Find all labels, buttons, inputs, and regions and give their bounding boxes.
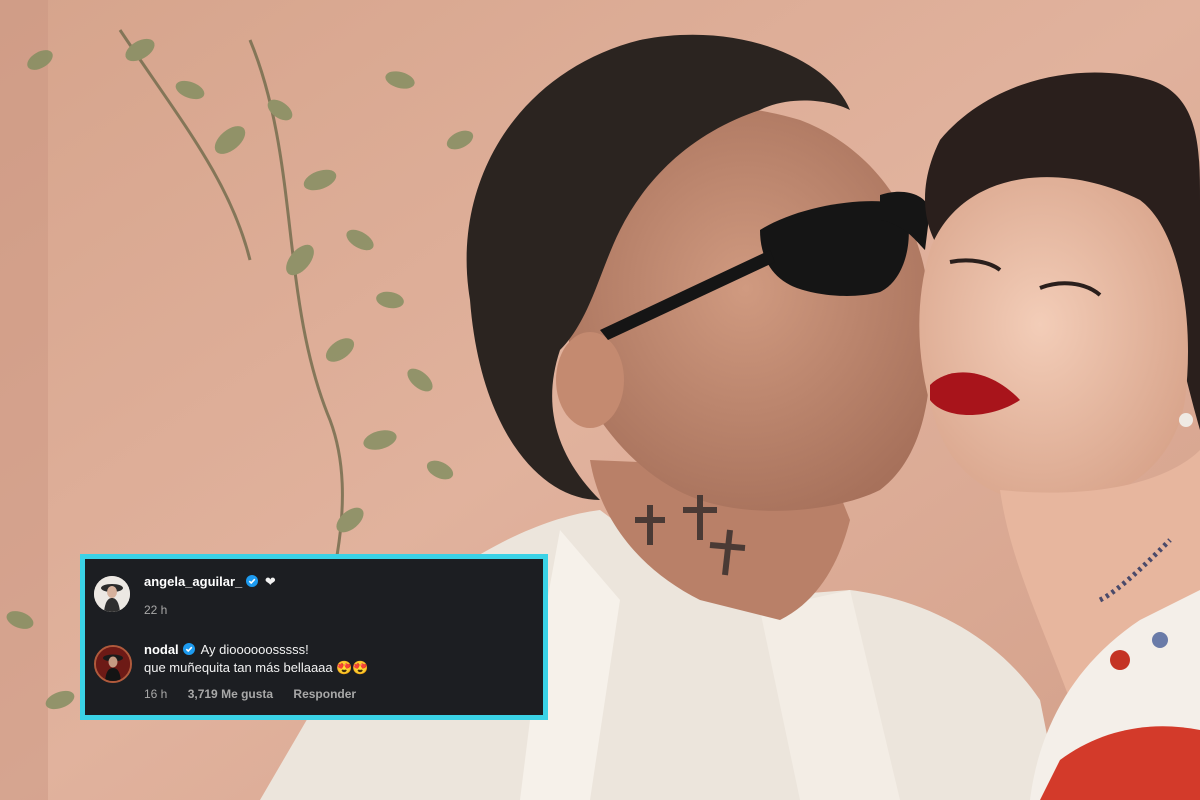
- verified-badge-icon: [182, 643, 195, 655]
- comment-text: ❤: [264, 574, 276, 589]
- profile-photo-icon: [94, 576, 130, 612]
- comment-body: nodal Ay dioooooosssss! que muñequita ta…: [144, 641, 531, 701]
- comment-time: 22 h: [144, 603, 168, 617]
- username[interactable]: nodal: [144, 642, 179, 657]
- username[interactable]: angela_aguilar_: [144, 574, 242, 589]
- instagram-comments-card: angela_aguilar_ ❤ 22 h nodal Ay dioooooo…: [80, 554, 548, 720]
- reply-button[interactable]: Responder: [293, 687, 356, 701]
- comment-body: angela_aguilar_ ❤ 22 h: [144, 573, 531, 617]
- comment-text-line2: que muñequita tan más bellaaaa 😍😍: [144, 660, 369, 675]
- comment-text: Ay dioooooosssss!: [200, 642, 309, 657]
- comment-meta: 22 h: [144, 603, 531, 617]
- comment-line: nodal Ay dioooooosssss!: [144, 641, 531, 659]
- avatar-icon[interactable]: [94, 645, 132, 683]
- comment-meta: 16 h 3,719 Me gusta Responder: [144, 687, 531, 701]
- profile-photo-icon: [96, 647, 130, 681]
- likes-count[interactable]: 3,719 Me gusta: [188, 687, 273, 701]
- comment-line: angela_aguilar_ ❤: [144, 573, 531, 591]
- avatar-icon[interactable]: [94, 576, 130, 612]
- comment-time: 16 h: [144, 687, 168, 701]
- verified-badge-icon: [246, 575, 259, 587]
